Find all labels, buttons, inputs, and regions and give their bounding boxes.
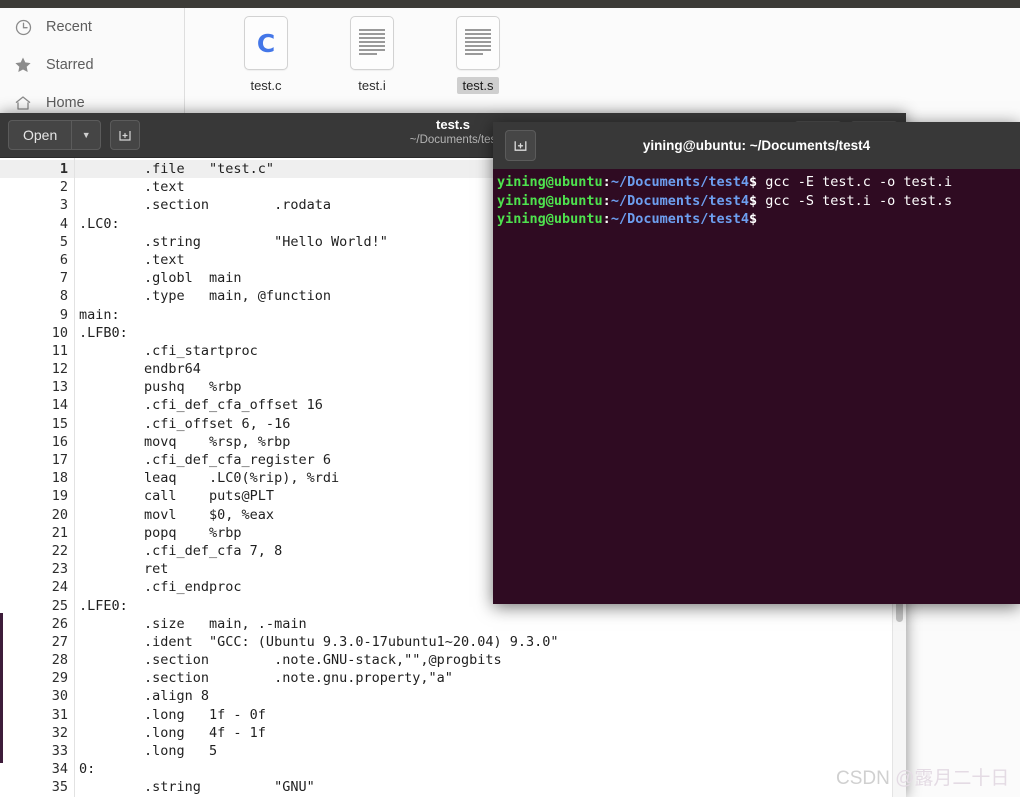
file-label-test-c: test.c [250,78,282,93]
terminal-prompt-user: yining@ubuntu [497,174,603,190]
line-number: 24 [51,579,68,596]
line-number: 6 [59,251,68,268]
sidebar-item-home-label: Home [46,95,85,111]
terminal-line: yining@ubuntu:~/Documents/test4$ [497,210,1020,229]
line-number: 18 [51,470,68,487]
line-number: 25 [51,597,68,614]
code-line[interactable]: 0: [75,760,906,778]
terminal-prompt-dollar: $ [748,211,758,227]
clock-icon [12,16,34,38]
line-number: 1 [0,160,74,179]
terminal-window: yining@ubuntu: ~/Documents/test4 yining@… [493,122,1020,604]
open-button[interactable]: Open [9,121,73,149]
editor-left-marker [0,613,3,763]
line-number: 32 [51,724,68,741]
sidebar-item-starred[interactable]: Starred [0,46,184,84]
line-number: 22 [51,542,68,559]
line-number: 12 [51,361,68,378]
line-number: 8 [59,288,68,305]
code-line[interactable]: .long 5 [75,742,906,760]
terminal-prompt-path: ~/Documents/test4 [610,192,749,209]
code-line[interactable]: .size main, .-main [75,615,906,633]
line-number: 30 [51,688,68,705]
sidebar-item-recent[interactable]: Recent [0,8,184,46]
line-number: 26 [51,615,68,632]
code-line[interactable]: .ident "GCC: (Ubuntu 9.3.0-17ubuntu1~20.… [75,633,906,651]
terminal-prompt-dollar: $ [748,174,758,190]
line-number: 10 [51,324,68,341]
line-number: 11 [51,342,68,359]
line-number: 29 [51,670,68,687]
c-source-file-icon: C [244,16,288,70]
open-button-group[interactable]: Open ▼ [8,120,102,150]
sidebar-item-starred-label: Starred [46,57,94,73]
line-number: 35 [51,779,68,796]
star-icon [12,54,34,76]
code-line[interactable]: .string "GNU" [75,778,906,796]
line-number-gutter: 1 2 3 4 5 6 7 8 9 10 11 12 13 14 15 16 17 18 19 20 21 22 23 24 2… [0,158,75,797]
line-number: 7 [59,270,68,287]
code-line[interactable]: .section .note.gnu.property,"a" [75,669,906,687]
new-tab-icon[interactable] [110,120,141,150]
terminal-prompt-path: ~/Documents/test4 [610,174,749,190]
line-number: 2 [59,179,68,196]
terminal-headerbar: yining@ubuntu: ~/Documents/test4 [493,122,1020,169]
terminal-command: gcc -E test.c -o test.i [757,174,953,190]
line-number: 4 [59,215,68,232]
terminal-line: yining@ubuntu:~/Documents/test4$ gcc -S … [497,192,1020,211]
file-label-test-s: test.s [457,77,499,94]
file-item-test-i[interactable]: test.i [319,16,425,94]
line-number: 17 [51,452,68,468]
line-number: 15 [51,415,68,432]
desktop-screen: Recent Starred Home C test.c test.i test… [0,0,1020,797]
line-number: 27 [51,633,68,650]
line-number: 28 [51,652,68,669]
chevron-down-icon[interactable]: ▼ [72,121,100,149]
file-manager-titlebar [0,0,1020,8]
code-line[interactable]: .long 4f - 1f [75,724,906,742]
text-file-icon [350,16,394,70]
line-number: 23 [51,561,68,578]
code-line[interactable]: .section .note.GNU-stack,"",@progbits [75,651,906,669]
terminal-prompt-user: yining@ubuntu [497,211,603,227]
terminal-command: gcc -S test.i -o test.s [757,192,953,209]
new-tab-icon[interactable] [505,130,536,161]
line-number: 34 [51,761,68,778]
terminal-line: yining@ubuntu:~/Documents/test4$ gcc -E … [497,173,1020,192]
terminal-prompt-user: yining@ubuntu [497,192,603,209]
terminal-prompt-path: ~/Documents/test4 [610,211,749,227]
file-item-test-s[interactable]: test.s [425,16,531,94]
line-number: 31 [51,706,68,723]
code-line[interactable]: .align 8 [75,687,906,705]
line-number: 14 [51,397,68,414]
file-item-test-c[interactable]: C test.c [213,16,319,94]
terminal-output-area[interactable]: yining@ubuntu:~/Documents/test4$ gcc -E … [493,169,1020,604]
line-number: 20 [51,506,68,523]
line-number: 13 [51,379,68,396]
line-number: 5 [59,233,68,250]
terminal-prompt-colon: : [602,211,611,227]
line-number: 19 [51,488,68,505]
line-number: 21 [51,524,68,541]
line-number: 3 [59,197,68,214]
file-label-test-i: test.i [358,78,386,93]
file-grid: C test.c test.i test.s [185,8,1020,94]
terminal-prompt-colon: : [602,192,611,209]
terminal-prompt-colon: : [602,174,611,190]
line-number: 16 [51,433,68,450]
sidebar-item-recent-label: Recent [46,19,92,35]
home-icon [12,92,34,114]
line-number: 9 [59,306,68,323]
line-number: 33 [51,743,68,759]
terminal-title: yining@ubuntu: ~/Documents/test4 [642,138,871,153]
text-file-icon [456,16,500,70]
terminal-prompt-dollar: $ [748,192,758,209]
code-line[interactable]: .long 1f - 0f [75,706,906,724]
